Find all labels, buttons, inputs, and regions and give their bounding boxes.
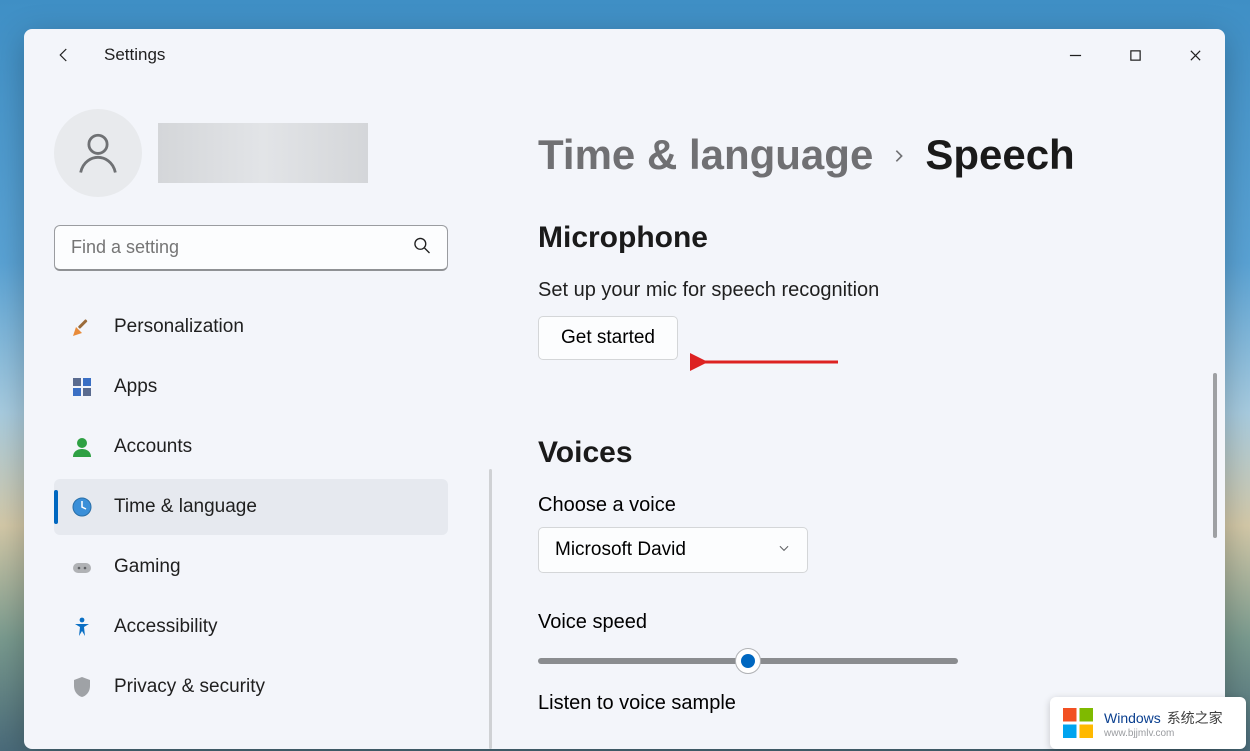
voice-speed-label: Voice speed	[538, 611, 1205, 634]
app-title: Settings	[104, 45, 165, 65]
nav-label: Accessibility	[114, 616, 217, 638]
sidebar-item-time-language[interactable]: Time & language	[54, 479, 448, 535]
search-input[interactable]	[54, 225, 448, 271]
back-button[interactable]	[44, 35, 84, 75]
breadcrumb-parent[interactable]: Time & language	[538, 131, 873, 179]
gaming-icon	[70, 555, 94, 579]
nav-label: Personalization	[114, 316, 244, 338]
avatar[interactable]	[54, 109, 142, 197]
get-started-button[interactable]: Get started	[538, 316, 678, 360]
breadcrumb-current: Speech	[925, 131, 1074, 179]
nav-label: Privacy & security	[114, 676, 265, 698]
sidebar-item-gaming[interactable]: Gaming	[54, 539, 448, 595]
apps-icon	[70, 375, 94, 399]
close-button[interactable]	[1165, 35, 1225, 75]
watermark-brand: Windows	[1104, 710, 1161, 726]
sidebar-item-privacy-security[interactable]: Privacy & security	[54, 659, 448, 715]
chevron-right-icon	[891, 139, 907, 171]
content-scrollbar[interactable]	[1213, 373, 1217, 538]
sidebar-item-apps[interactable]: Apps	[54, 359, 448, 415]
profile-name-redacted	[158, 123, 368, 183]
titlebar: Settings	[24, 29, 1225, 81]
nav-label: Gaming	[114, 556, 181, 578]
nav-list: Personalization Apps Accounts	[54, 299, 448, 715]
breadcrumb: Time & language Speech	[538, 131, 1205, 179]
sidebar: Personalization Apps Accounts	[24, 81, 476, 749]
microphone-heading: Microphone	[538, 221, 1205, 255]
search-container	[54, 225, 448, 271]
time-language-icon	[70, 495, 94, 519]
voice-selected: Microsoft David	[555, 539, 686, 561]
personalization-icon	[70, 315, 94, 339]
sidebar-item-accounts[interactable]: Accounts	[54, 419, 448, 475]
window-controls	[1045, 35, 1225, 75]
nav-label: Time & language	[114, 496, 257, 518]
settings-window: Settings	[24, 29, 1225, 749]
search-icon	[412, 236, 432, 261]
watermark: Windows 系统之家 www.bjjmlv.com	[1050, 697, 1246, 749]
minimize-button[interactable]	[1045, 35, 1105, 75]
sidebar-item-accessibility[interactable]: Accessibility	[54, 599, 448, 655]
windows-logo-icon	[1060, 705, 1096, 741]
watermark-url: www.bjjmlv.com	[1104, 728, 1223, 739]
chevron-down-icon	[777, 541, 791, 560]
privacy-security-icon	[70, 675, 94, 699]
content-area: Time & language Speech Microphone Set up…	[476, 81, 1225, 749]
accessibility-icon	[70, 615, 94, 639]
annotation-arrow	[690, 349, 840, 375]
voice-select[interactable]: Microsoft David	[538, 527, 808, 573]
maximize-button[interactable]	[1105, 35, 1165, 75]
slider-thumb[interactable]	[735, 648, 761, 674]
voice-speed-slider[interactable]	[538, 658, 958, 664]
choose-voice-label: Choose a voice	[538, 494, 1205, 517]
nav-label: Apps	[114, 376, 157, 398]
nav-label: Accounts	[114, 436, 192, 458]
microphone-description: Set up your mic for speech recognition	[538, 279, 1205, 302]
voices-heading: Voices	[538, 436, 1205, 470]
accounts-icon	[70, 435, 94, 459]
sidebar-item-personalization[interactable]: Personalization	[54, 299, 448, 355]
watermark-cn: 系统之家	[1167, 710, 1223, 726]
profile-section	[54, 109, 448, 197]
